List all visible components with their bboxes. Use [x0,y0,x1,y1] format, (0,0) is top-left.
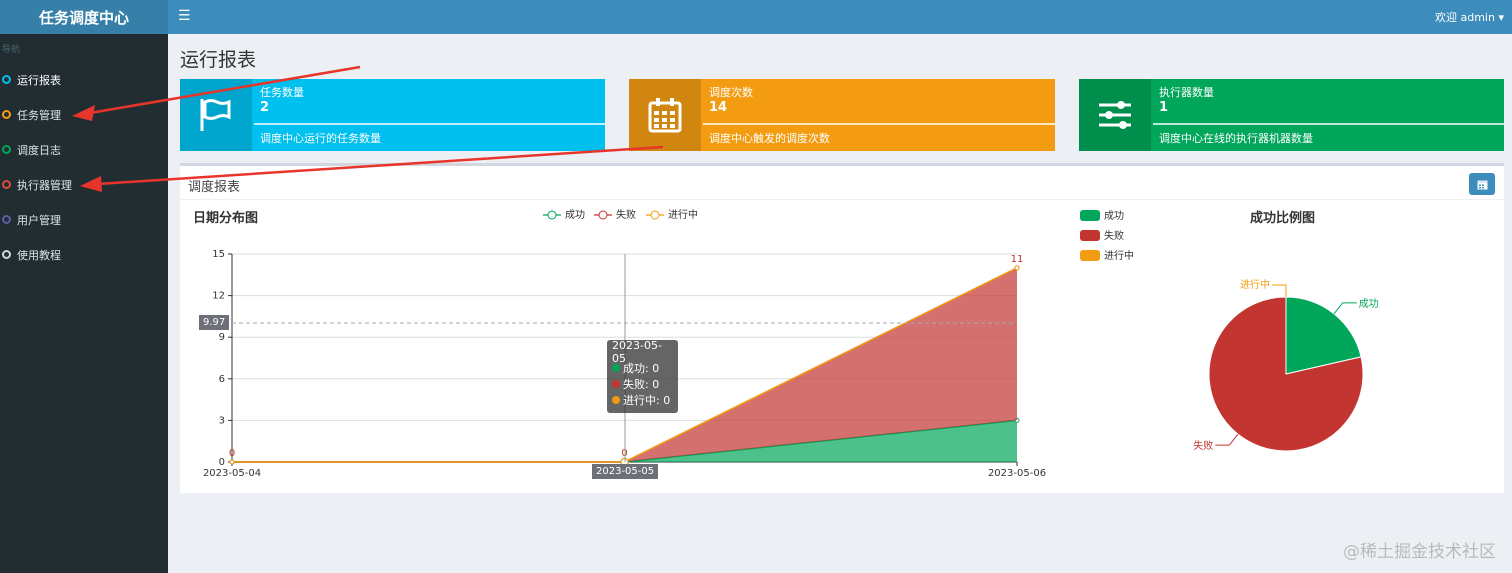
tooltip-row: 成功: 0 [623,362,660,375]
info-box-value: 2 [260,100,270,115]
legend-swatch [612,396,620,404]
circle-icon [2,180,11,189]
date-range-button[interactable] [1469,173,1495,195]
calendar-icon [1477,180,1487,189]
sidebar-item-label: 调度日志 [17,143,61,157]
info-box-progress [254,123,605,125]
info-box-label: 执行器数量 [1159,86,1214,99]
sidebar-item-label: 任务管理 [17,108,61,122]
user-menu[interactable]: 欢迎 admin ▾ [1435,9,1504,25]
info-box-progress [1153,123,1504,125]
chart-tooltip: 2023-05-05 成功: 0 失败: 0 进行中: 0 [607,339,678,413]
sidebar-item-label: 运行报表 [17,73,61,87]
caret-down-icon: ▾ [1498,11,1504,24]
circle-icon [2,250,11,259]
menu-toggle-icon[interactable]: ☰ [178,8,191,24]
circle-icon [2,145,11,154]
tooltip-row: 失败: 0 [623,378,660,391]
page-title: 运行报表 [180,49,257,71]
info-box-value: 1 [1159,100,1169,115]
info-box-triggers: 调度次数 14 调度中心触发的调度次数 [629,79,1055,151]
circle-icon [2,75,11,84]
axis-pointer-y-label: 9.97 [199,315,230,330]
circle-icon [2,215,11,224]
calendar-icon [629,79,701,151]
sidebar-item-help[interactable]: 使用教程 [0,237,168,272]
sidebar-header: 导航 [2,45,21,55]
app-title: 任务调度中心 [38,8,129,27]
info-box-desc: 调度中心在线的执行器机器数量 [1159,132,1313,145]
sidebar-item-report[interactable]: 运行报表 [0,62,168,97]
tooltip-row: 进行中: 0 [623,394,671,407]
panel-divider [180,199,1504,200]
sidebar-item-label: 使用教程 [17,248,61,262]
app-logo[interactable]: 任务调度中心 [0,0,168,34]
sidebar-item-logs[interactable]: 调度日志 [0,132,168,167]
sidebar-item-jobs[interactable]: 任务管理 [0,97,168,132]
flag-icon [180,79,252,151]
info-box-value: 14 [709,100,728,115]
circle-icon [2,110,11,119]
user-menu-label: 欢迎 admin [1435,11,1495,24]
report-panel: 调度报表 [180,163,1504,493]
sidebar-item-label: 执行器管理 [17,178,72,192]
info-box-label: 任务数量 [260,86,304,99]
legend-swatch [612,380,620,388]
info-box-desc: 调度中心触发的调度次数 [709,132,830,145]
sliders-icon [1079,79,1151,151]
info-box-progress [703,123,1055,125]
tooltip-date: 2023-05-05 [612,339,662,365]
info-box-jobs: 任务数量 2 调度中心运行的任务数量 [180,79,605,151]
top-navbar: ☰ 欢迎 admin ▾ [168,0,1512,34]
info-box-desc: 调度中心运行的任务数量 [260,132,381,145]
axis-pointer-x-label: 2023-05-05 [592,464,659,479]
sidebar-item-users[interactable]: 用户管理 [0,202,168,237]
info-box-executors: 执行器数量 1 调度中心在线的执行器机器数量 [1079,79,1504,151]
watermark: @稀土掘金技术社区 [1343,542,1496,562]
panel-title: 调度报表 [188,180,241,195]
sidebar: 导航 运行报表 任务管理 调度日志 执行器管理 用户管理 使用教程 [0,34,168,573]
sidebar-item-label: 用户管理 [17,213,61,227]
info-box-label: 调度次数 [709,86,753,99]
sidebar-item-executors[interactable]: 执行器管理 [0,167,168,202]
legend-swatch [612,364,620,372]
